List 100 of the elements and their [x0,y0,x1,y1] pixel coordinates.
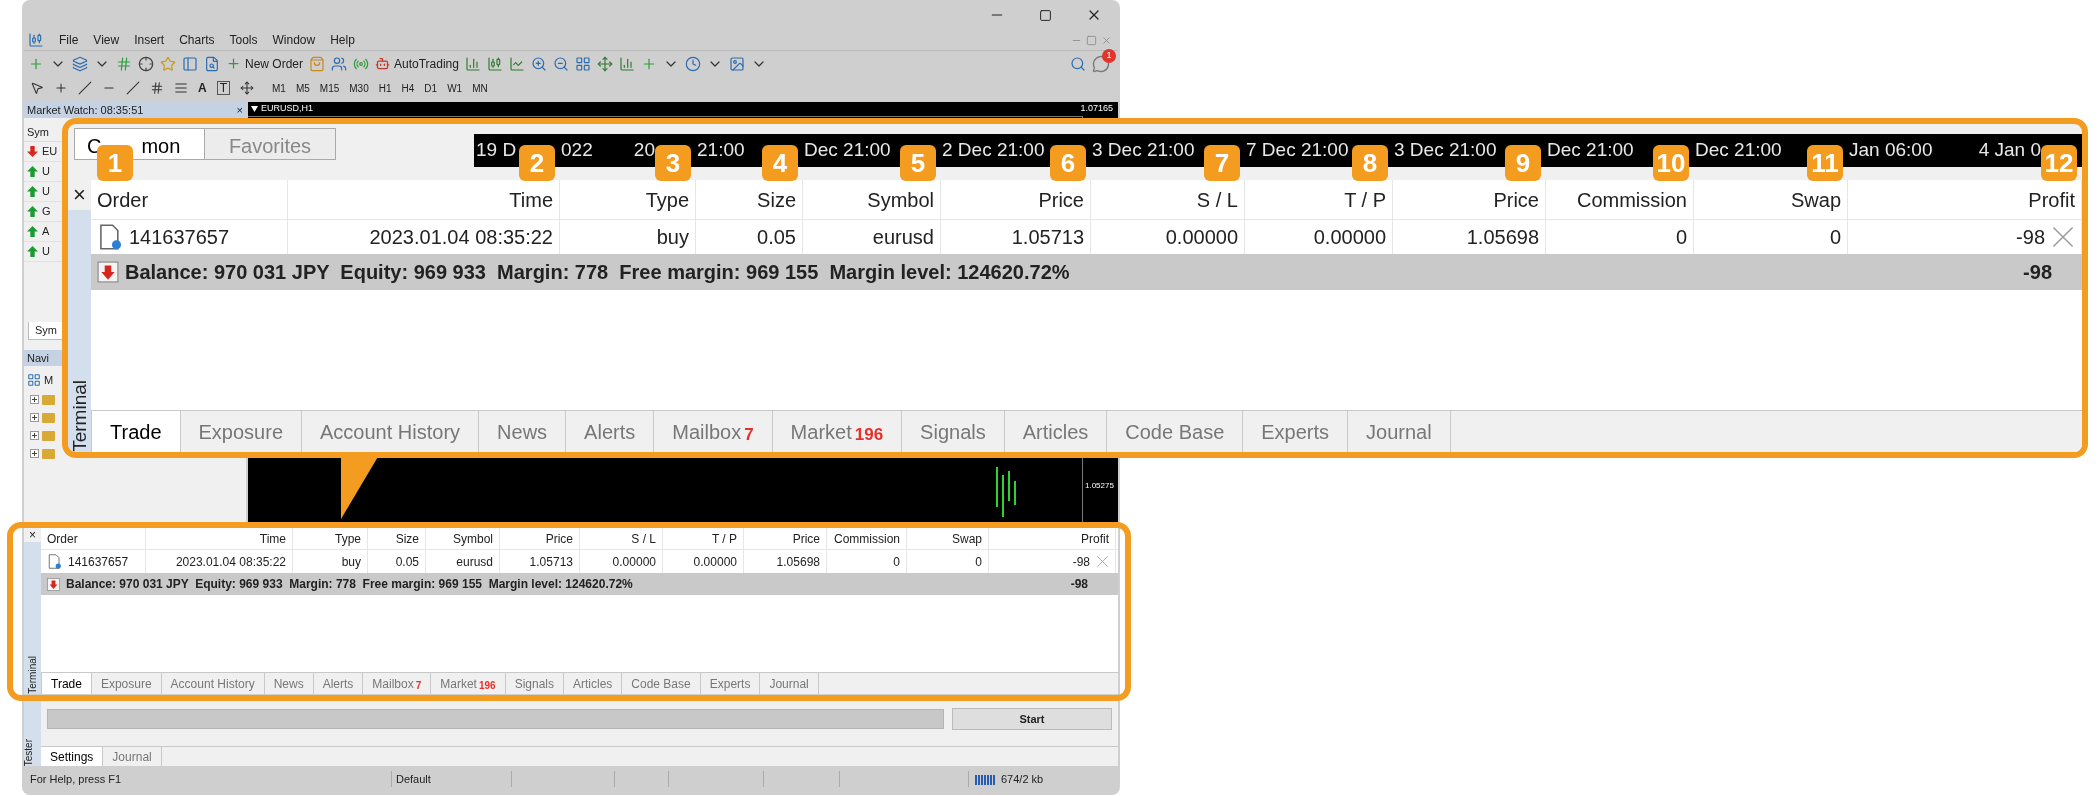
column-header[interactable]: Symbol [867,184,934,215]
terminal-tab[interactable]: Alerts [313,673,364,694]
menu-item[interactable]: View [93,31,120,49]
timeframe-button[interactable]: H1 [378,80,392,96]
column-header[interactable]: S / L [631,529,656,548]
caret-icon[interactable] [251,106,258,112]
terminal-tab[interactable]: Mailbox 7 [363,673,432,694]
timeframe-button[interactable]: M30 [349,80,369,96]
close-button[interactable]: × [68,180,91,210]
terminal-tab[interactable]: News [479,411,567,452]
autotrading-button[interactable]: AutoTrading [375,54,459,73]
profiles-icon[interactable] [72,55,88,72]
column-header[interactable]: Commission [834,529,900,548]
clock-icon[interactable] [684,55,701,72]
terminal-tab[interactable]: Signals [505,673,564,694]
star-icon[interactable] [160,55,176,72]
panel-icon[interactable] [182,55,198,72]
chat-icon[interactable] [1092,54,1110,73]
menu-item[interactable]: Tools [229,31,258,49]
terminal-tab[interactable]: Articles [564,673,623,694]
column-header[interactable]: Size [757,184,796,215]
bag-icon[interactable] [309,55,325,72]
column-header[interactable]: T / P [711,529,737,548]
terminal-tab[interactable]: Trade [91,411,181,452]
column-header[interactable]: Profit [1081,529,1109,548]
terminal-tab[interactable]: Code Base [622,673,701,694]
tester-tab[interactable]: Settings [41,747,104,766]
timeframe-button[interactable]: D1 [424,80,438,96]
search-icon[interactable] [1070,55,1086,72]
timeframe-button[interactable]: M5 [295,80,310,96]
column-header[interactable]: Swap [951,529,982,548]
close-button[interactable]: × [236,101,243,119]
menu-item[interactable]: Insert [134,31,165,49]
symbol-name[interactable]: G [42,203,51,220]
terminal-tab[interactable]: Mailbox 7 [654,411,773,452]
candlestick-icon[interactable] [486,55,503,72]
column-header[interactable]: Symbol [453,529,493,548]
terminal-tab[interactable]: Exposure [180,411,302,452]
column-header[interactable]: Order [47,529,78,548]
users-icon[interactable] [331,55,347,72]
arrows-icon[interactable] [240,81,254,95]
restore-icon[interactable] [1086,34,1097,46]
column-header[interactable]: Price [1038,184,1084,215]
zoom-out-icon[interactable] [552,55,569,72]
menu-item[interactable]: Charts [179,31,215,49]
symbol-name[interactable]: EU [42,143,58,160]
timeframe-button[interactable]: M1 [272,80,286,96]
cursor-icon[interactable] [30,81,44,95]
terminal-tab[interactable]: Journal [1348,411,1451,452]
timeframe-button[interactable]: MN [472,80,488,96]
terminal-tab[interactable]: Code Base [1107,411,1244,452]
panel-tab[interactable]: Sym [28,322,64,340]
terminal-tab[interactable]: Articles [1004,411,1108,452]
terminal-tab[interactable]: Experts [700,673,761,694]
new-order-button[interactable]: New Order [226,54,303,73]
timeframe-button[interactable]: W1 [447,80,463,96]
terminal-tab[interactable]: Market 196 [431,673,506,694]
column-header[interactable]: S / L [1196,184,1238,215]
column-header[interactable]: Commission [1576,184,1687,215]
close-button[interactable]: × [24,528,41,542]
terminal-tab[interactable]: Experts [1243,411,1349,452]
column-header[interactable]: Price [545,529,573,548]
bar-chart-icon[interactable] [464,55,481,72]
timeframe-button[interactable]: H4 [401,80,415,96]
column-header[interactable]: Price [792,529,820,548]
menu-item[interactable]: Help [330,31,355,49]
tile-icon[interactable] [574,55,591,72]
column-header[interactable]: Swap [1790,184,1841,215]
column-header[interactable]: Price [1493,184,1539,215]
symbol-name[interactable]: U [42,163,50,180]
terminal-tab[interactable]: Journal [760,673,819,694]
timeframe-button[interactable]: M15 [319,80,340,96]
vertical-line-icon[interactable] [78,81,92,95]
crosshair-icon[interactable] [138,55,154,72]
terminal-tab[interactable]: Market196 [772,411,903,452]
terminal-tab[interactable]: Alerts [566,411,655,452]
column-header[interactable]: Type [335,529,361,548]
zoom-in-icon[interactable] [530,55,547,72]
app-icon[interactable] [28,32,44,48]
terminal-tab[interactable]: Signals [902,411,1005,452]
terminal-tab[interactable]: Account History [161,673,265,694]
menu-item[interactable]: File [59,31,79,49]
expand-icon[interactable] [30,430,39,440]
terminal-tab[interactable]: Account History [302,411,480,452]
column-header[interactable]: T / P [1344,184,1386,215]
column-header[interactable]: Size [395,529,419,548]
column-header[interactable]: Type [645,184,689,215]
symbol-name[interactable]: U [42,243,50,260]
text-tool[interactable]: A [198,79,207,97]
line-chart-icon[interactable] [508,55,525,72]
tree-item[interactable]: M [44,371,54,389]
tester-tab[interactable]: Journal [103,747,162,766]
column-header[interactable]: Time [509,184,553,215]
expand-icon[interactable] [30,394,39,404]
trendline-icon[interactable] [126,81,140,95]
document-search-icon[interactable] [204,55,220,72]
symbol-name[interactable]: A [42,223,50,240]
symbol-name[interactable]: U [42,183,50,200]
expand-icon[interactable] [30,412,39,422]
column-header[interactable]: Profit [2028,184,2075,215]
